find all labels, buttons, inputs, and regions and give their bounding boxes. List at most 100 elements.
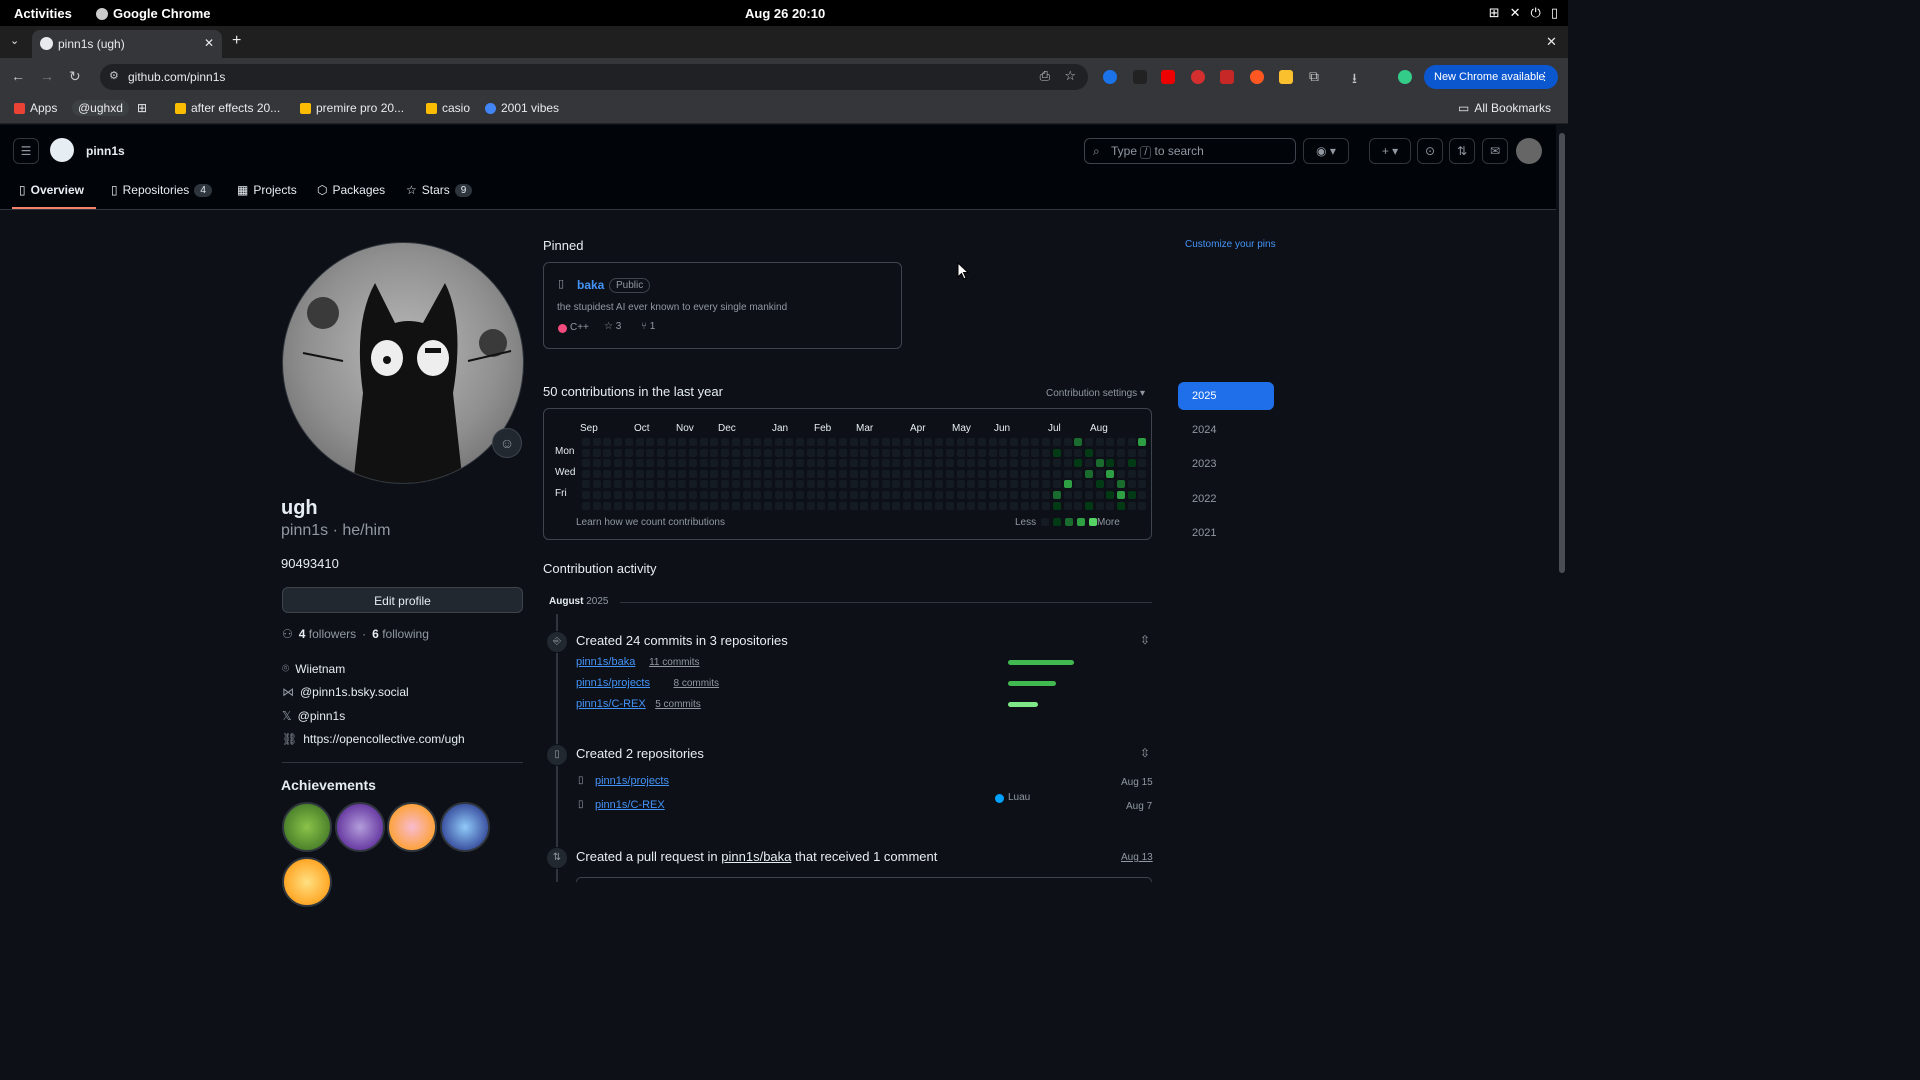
contribution-cell[interactable]	[710, 501, 719, 510]
contribution-cell[interactable]	[1052, 469, 1061, 478]
contribution-cell[interactable]	[646, 501, 655, 510]
header-username[interactable]: pinn1s	[86, 144, 125, 158]
contribution-cell[interactable]	[721, 501, 730, 510]
x-link[interactable]: @pinn1s	[298, 709, 346, 723]
contribution-cell[interactable]	[1117, 469, 1125, 478]
contribution-cell[interactable]	[977, 501, 986, 510]
contribution-cell[interactable]	[710, 459, 719, 468]
contribution-cell[interactable]	[592, 480, 601, 489]
customize-pins-link[interactable]: Customize your pins	[1185, 239, 1276, 250]
contribution-cell[interactable]	[849, 491, 858, 499]
year-2022-button[interactable]: 2022	[1178, 485, 1274, 513]
contribution-cell[interactable]	[849, 501, 858, 510]
contribution-cell[interactable]	[763, 501, 772, 510]
contribution-cell[interactable]	[838, 448, 847, 457]
contribution-cell[interactable]	[721, 448, 730, 457]
contribution-cell[interactable]	[1084, 459, 1093, 468]
contribution-settings-dropdown[interactable]: Contribution settings ▾	[1046, 388, 1145, 399]
contribution-cell[interactable]	[935, 469, 944, 478]
scrollbar-thumb[interactable]	[1559, 133, 1565, 573]
contribution-cell[interactable]	[774, 491, 783, 499]
contribution-cell[interactable]	[924, 480, 933, 489]
tab-stars[interactable]: ☆ Stars 9	[406, 183, 473, 197]
contribution-cell[interactable]	[1095, 459, 1104, 468]
contribution-cell[interactable]	[1106, 491, 1115, 499]
contribution-cell[interactable]	[635, 438, 644, 446]
contribution-cell[interactable]	[1042, 438, 1051, 446]
github-logo-icon[interactable]	[50, 138, 74, 162]
contribution-cell[interactable]	[1031, 438, 1040, 446]
contribution-cell[interactable]	[945, 480, 954, 489]
contribution-cell[interactable]	[870, 448, 879, 457]
contribution-cell[interactable]	[667, 438, 676, 446]
contribution-cell[interactable]	[935, 459, 944, 468]
contribution-cell[interactable]	[1074, 459, 1083, 468]
contribution-cell[interactable]	[614, 501, 623, 510]
contribution-cell[interactable]	[1063, 491, 1072, 499]
contribution-cell[interactable]	[999, 501, 1008, 510]
contribution-cell[interactable]	[849, 469, 858, 478]
contribution-cell[interactable]	[614, 438, 623, 446]
pr-date[interactable]: Aug 13	[1121, 852, 1153, 863]
contribution-cell[interactable]	[924, 469, 933, 478]
contribution-cell[interactable]	[1095, 469, 1104, 478]
contribution-cell[interactable]	[763, 469, 772, 478]
contribution-cell[interactable]	[710, 480, 719, 489]
contribution-cell[interactable]	[763, 459, 772, 468]
contribution-cell[interactable]	[603, 501, 612, 510]
contribution-cell[interactable]	[710, 469, 719, 478]
contribution-cell[interactable]	[967, 438, 976, 446]
contribution-cell[interactable]	[999, 438, 1008, 446]
contribution-cell[interactable]	[592, 438, 601, 446]
contribution-cell[interactable]	[881, 501, 890, 510]
commits-summary[interactable]: Created 24 commits in 3 repositories	[576, 633, 788, 648]
contribution-cell[interactable]	[592, 448, 601, 457]
contribution-cell[interactable]	[903, 501, 911, 510]
contribution-cell[interactable]	[881, 459, 890, 468]
bookmark-premire-pro[interactable]: premire pro 20...	[300, 101, 404, 115]
bookmark-ughxd[interactable]: @ughxd	[72, 100, 129, 116]
contribution-cell[interactable]	[1106, 480, 1115, 489]
extension-4-icon[interactable]	[1220, 70, 1234, 84]
contribution-cell[interactable]	[999, 469, 1008, 478]
contribution-cell[interactable]	[999, 480, 1008, 489]
contribution-cell[interactable]	[1010, 459, 1018, 468]
contribution-cell[interactable]	[892, 438, 901, 446]
contribution-cell[interactable]	[870, 491, 879, 499]
followers-link[interactable]: 4 followers	[299, 627, 356, 641]
contribution-cell[interactable]	[656, 501, 665, 510]
contribution-cell[interactable]	[624, 459, 633, 468]
contribution-cell[interactable]	[1010, 438, 1018, 446]
contribution-cell[interactable]	[1106, 469, 1115, 478]
contribution-cell[interactable]	[646, 491, 655, 499]
contribution-cell[interactable]	[967, 491, 976, 499]
contribution-cell[interactable]	[689, 480, 697, 489]
contribution-cell[interactable]	[988, 501, 997, 510]
contribution-cell[interactable]	[903, 491, 911, 499]
contribution-cell[interactable]	[828, 501, 837, 510]
contribution-cell[interactable]	[924, 501, 933, 510]
contribution-cell[interactable]	[667, 501, 676, 510]
extensions-puzzle-icon[interactable]: ⧉	[1309, 68, 1319, 85]
contribution-cell[interactable]	[860, 448, 869, 457]
bookmark-star-icon[interactable]: ☆	[1064, 68, 1076, 84]
contribution-cell[interactable]	[678, 459, 687, 468]
contribution-cell[interactable]	[635, 448, 644, 457]
contribution-cell[interactable]	[1084, 469, 1093, 478]
contribution-cell[interactable]	[1127, 448, 1136, 457]
contribution-cell[interactable]	[999, 448, 1008, 457]
contribution-cell[interactable]	[614, 469, 623, 478]
achievement-quickdraw-badge[interactable]	[282, 857, 332, 907]
contribution-cell[interactable]	[796, 438, 804, 446]
contribution-cell[interactable]	[1031, 491, 1040, 499]
contribution-cell[interactable]	[838, 480, 847, 489]
contribution-cell[interactable]	[1117, 448, 1125, 457]
contribution-cell[interactable]	[635, 480, 644, 489]
bluesky-link[interactable]: @pinn1s.bsky.social	[300, 685, 409, 699]
contribution-cell[interactable]	[614, 480, 623, 489]
contribution-cell[interactable]	[1084, 501, 1093, 510]
contribution-cell[interactable]	[1063, 459, 1072, 468]
contribution-cell[interactable]	[913, 501, 922, 510]
contribution-cell[interactable]	[817, 480, 826, 489]
year-2021-button[interactable]: 2021	[1178, 519, 1274, 547]
